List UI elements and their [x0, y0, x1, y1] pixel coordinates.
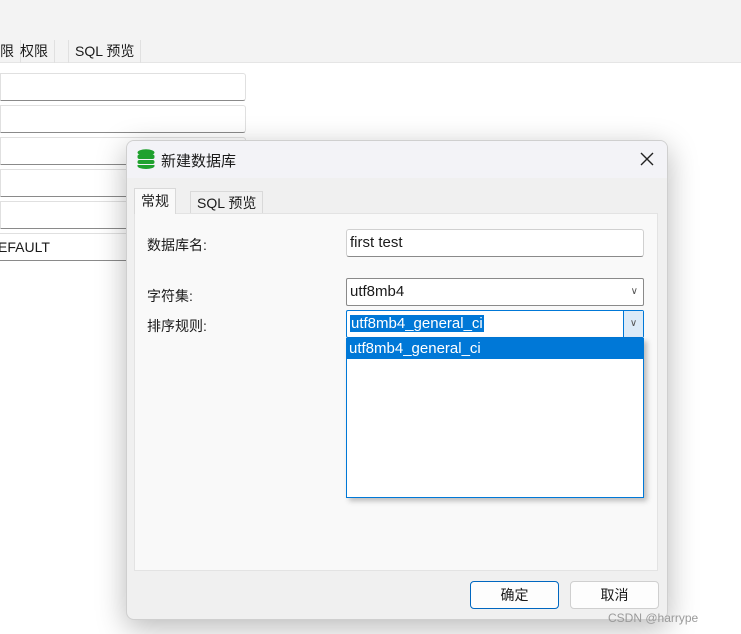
- collation-dropdown-list: utf8mb4_general_ci: [346, 338, 644, 498]
- dropdown-option[interactable]: utf8mb4_general_ci: [347, 339, 643, 359]
- chevron-down-icon: ∨: [630, 286, 638, 297]
- bg-field[interactable]: [0, 73, 246, 101]
- charset-label: 字符集:: [147, 288, 193, 304]
- charset-select[interactable]: utf8mb4 ∨: [346, 278, 644, 306]
- collation-select[interactable]: utf8mb4_general_ci ∨: [346, 310, 644, 338]
- charset-value: utf8mb4: [350, 283, 405, 300]
- bg-tab-sql-preview[interactable]: SQL 预览: [68, 40, 142, 63]
- ok-button[interactable]: 确定: [470, 581, 559, 609]
- bg-tab-privileges[interactable]: 权限: [14, 40, 55, 63]
- watermark: CSDN @harrype: [608, 611, 699, 625]
- title-bar: 新建数据库: [127, 141, 667, 178]
- new-database-dialog: 新建数据库 常规 SQL 预览 数据库名: first test 字符集: ut…: [126, 140, 668, 620]
- close-icon[interactable]: [640, 152, 654, 166]
- database-name-input[interactable]: first test: [346, 229, 644, 257]
- dialog-title: 新建数据库: [161, 153, 237, 170]
- collation-label: 排序规则:: [147, 318, 207, 334]
- database-name-label: 数据库名:: [147, 237, 207, 253]
- bg-field[interactable]: [0, 105, 246, 133]
- chevron-down-icon[interactable]: ∨: [623, 311, 643, 337]
- cancel-button[interactable]: 取消: [570, 581, 659, 609]
- collation-value: utf8mb4_general_ci: [350, 315, 484, 332]
- database-icon: [137, 149, 155, 169]
- tab-sql-preview[interactable]: SQL 预览: [190, 191, 264, 213]
- tab-general[interactable]: 常规: [134, 188, 176, 214]
